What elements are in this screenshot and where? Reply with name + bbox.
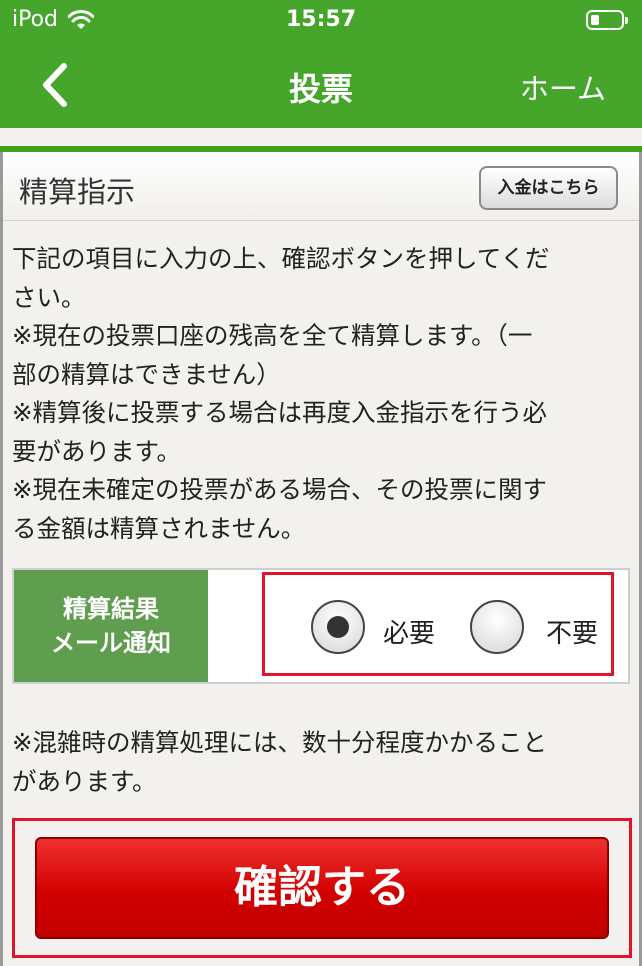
section-header: 精算指示 入金はこちら xyxy=(3,152,639,221)
instruction-line: ※精算後に投票する場合は再度入金指示を行う必 要があります。 xyxy=(12,398,548,466)
battery-icon xyxy=(586,10,628,30)
setting-label-line2: メール通知 xyxy=(51,629,171,657)
instruction-line: 下記の項目に入力の上、確認ボタンを押してくだ さい。 xyxy=(12,244,550,312)
status-time: 15:57 xyxy=(285,7,357,32)
email-notification-setting: 精算結果 メール通知 必要 不要 xyxy=(12,568,630,684)
status-bar: iPod 15:57 xyxy=(0,0,642,42)
setting-label-line1: 精算結果 xyxy=(63,595,159,623)
radio-label-required[interactable]: 必要 xyxy=(383,613,435,650)
radio-selected-dot xyxy=(327,616,349,638)
confirm-button[interactable]: 確認する xyxy=(35,837,609,939)
instruction-line: ※現在未確定の投票がある場合、その投票に関す る金額は精算されません。 xyxy=(12,475,548,543)
instructions: 下記の項目に入力の上、確認ボタンを押してくだ さい。 ※現在の投票口座の残高を全… xyxy=(12,240,630,548)
radio-circle xyxy=(470,600,524,654)
section-title: 精算指示 xyxy=(19,175,136,209)
processing-note: ※混雑時の精算処理には、数十分程度かかること があります。 xyxy=(12,728,548,796)
radio-not-required[interactable] xyxy=(470,600,524,654)
home-button[interactable]: ホーム xyxy=(520,66,606,108)
nav-bar: 投票 ホーム xyxy=(0,42,642,128)
setting-label: 精算結果 メール通知 xyxy=(14,570,208,682)
radio-required[interactable] xyxy=(311,600,365,654)
content-border-left xyxy=(0,152,3,966)
radio-label-not-required[interactable]: 不要 xyxy=(546,613,598,650)
instruction-line: ※現在の投票口座の残高を全て精算します。（一 部の精算はできません） xyxy=(12,321,533,389)
radio-group-highlight: 必要 不要 xyxy=(262,572,614,676)
deposit-button[interactable]: 入金はこちら xyxy=(479,166,618,210)
confirm-highlight: 確認する xyxy=(12,818,632,958)
